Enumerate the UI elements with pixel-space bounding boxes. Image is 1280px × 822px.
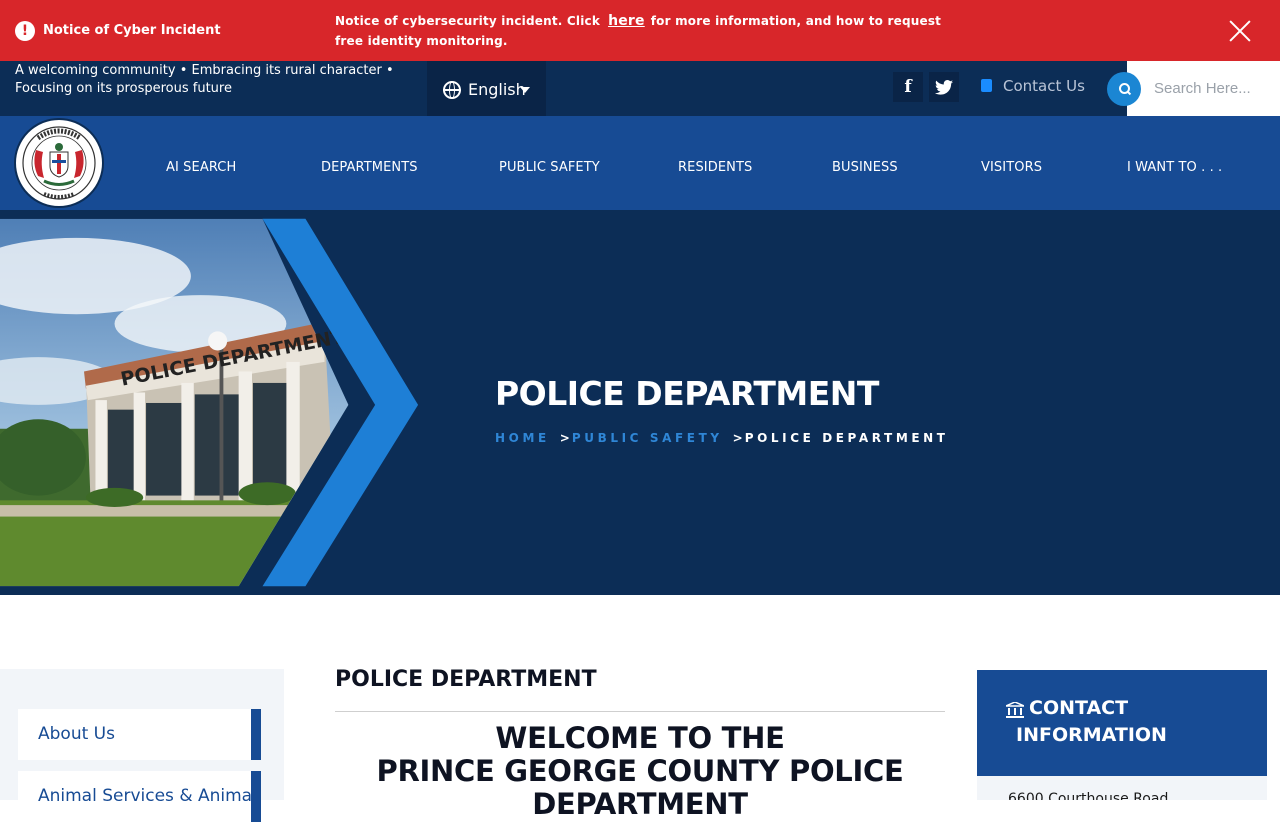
language-label: English <box>468 80 526 99</box>
hero-banner: POLICE DEPARTMENT POLICE DEPARTMENT HOME… <box>0 210 1280 595</box>
welcome-line: DEPARTMENT <box>532 787 748 821</box>
globe-icon <box>443 81 461 99</box>
caret-down-icon <box>520 87 530 93</box>
cyber-incident-alert: ! Notice of Cyber Incident Notice of cyb… <box>0 0 1280 61</box>
nav-item-departments[interactable]: DEPARTMENTS <box>321 160 418 175</box>
close-icon[interactable] <box>1228 19 1252 43</box>
title-divider <box>335 711 945 712</box>
alert-here-link[interactable]: here <box>608 13 645 29</box>
seal-graphic <box>22 126 96 200</box>
utility-bar: A welcoming community • Embracing its ru… <box>0 61 1280 116</box>
nav-item-ai-search[interactable]: AI SEARCH <box>166 160 236 175</box>
breadcrumb-separator-icon: > <box>559 431 570 445</box>
contact-info-card: CONTACT INFORMATION <box>977 670 1267 776</box>
welcome-line: PRINCE GEORGE COUNTY POLICE <box>376 754 904 788</box>
nav-item-public-safety[interactable]: PUBLIC SAFETY <box>499 160 600 175</box>
exclamation-icon: ! <box>15 21 35 41</box>
alert-message-start: Notice of cybersecurity incident. Click <box>335 14 601 28</box>
breadcrumb: HOME > PUBLIC SAFETY > POLICE DEPARTMENT <box>495 431 949 445</box>
breadcrumb-separator-icon: > <box>732 431 743 445</box>
police-building-photo: POLICE DEPARTMENT <box>0 218 419 587</box>
section-title: POLICE DEPARTMENT <box>335 667 597 692</box>
nav-item-i-want-to[interactable]: I WANT TO . . . <box>1127 160 1222 175</box>
contact-info-title: CONTACT INFORMATION <box>1016 697 1167 746</box>
site-tagline: A welcoming community • Embracing its ru… <box>15 63 394 96</box>
contact-us-link[interactable]: Contact Us <box>981 77 1085 95</box>
contact-book-icon <box>981 79 992 92</box>
welcome-heading: WELCOME TO THE PRINCE GEORGE COUNTY POLI… <box>335 722 945 821</box>
language-selector[interactable]: English <box>427 61 546 116</box>
breadcrumb-current: POLICE DEPARTMENT <box>744 431 949 445</box>
contact-details: 6600 Courthouse Road <box>977 776 1267 800</box>
breadcrumb-home[interactable]: HOME <box>495 431 550 445</box>
contact-us-label: Contact Us <box>1003 77 1085 95</box>
alert-message: Notice of cybersecurity incident. Click h… <box>335 11 945 51</box>
breadcrumb-public-safety[interactable]: PUBLIC SAFETY <box>572 431 723 445</box>
sidebar-nav: About Us Animal Services & Animal Contro… <box>0 669 284 822</box>
facebook-icon[interactable]: f <box>893 72 923 102</box>
twitter-bird-icon <box>935 80 953 95</box>
nav-item-residents[interactable]: RESIDENTS <box>678 160 752 175</box>
alert-title: Notice of Cyber Incident <box>43 23 221 38</box>
twitter-icon[interactable] <box>929 72 959 102</box>
sidebar-item-animal-services[interactable]: Animal Services & Animal Control <box>18 771 261 822</box>
county-seal-logo[interactable] <box>14 118 104 208</box>
welcome-line: WELCOME TO THE <box>495 721 785 755</box>
search-icon[interactable] <box>1107 72 1141 106</box>
search-input[interactable] <box>1127 61 1280 116</box>
page-title: POLICE DEPARTMENT <box>495 374 879 413</box>
nav-item-visitors[interactable]: VISITORS <box>981 160 1042 175</box>
nav-item-business[interactable]: BUSINESS <box>832 160 898 175</box>
address-text: 6600 Courthouse Road <box>1008 791 1169 800</box>
main-nav: AI SEARCH DEPARTMENTS PUBLIC SAFETY RESI… <box>0 116 1280 210</box>
sidebar-item-about-us[interactable]: About Us <box>18 709 261 760</box>
